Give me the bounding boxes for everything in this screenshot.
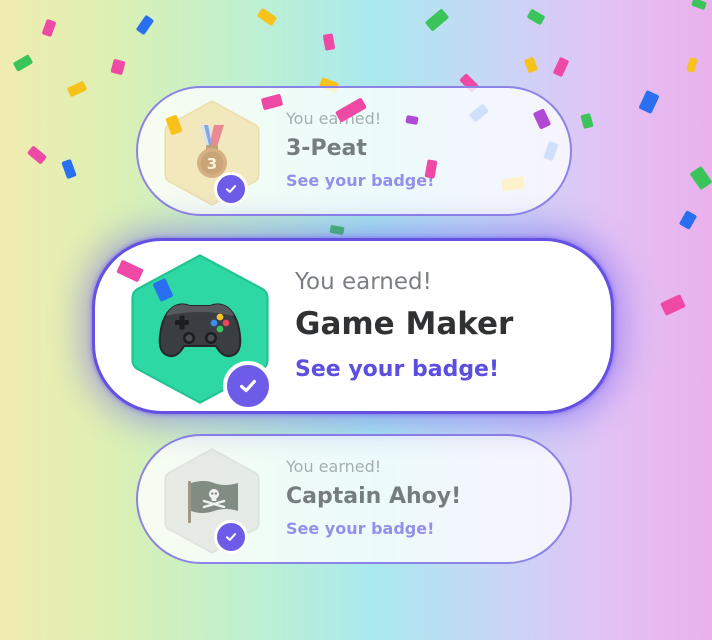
confetti-piece: [552, 56, 570, 78]
badge-title: Captain Ahoy!: [286, 484, 462, 509]
confetti-piece: [638, 89, 660, 115]
confetti-piece: [660, 294, 686, 316]
confetti-piece: [26, 145, 48, 165]
earned-check-icon: [214, 520, 248, 554]
earned-label: You earned!: [295, 269, 432, 295]
confetti-piece: [110, 58, 126, 76]
pirate-flag-icon: [160, 446, 264, 556]
confetti-piece: [66, 80, 88, 98]
badge-title: Game Maker: [295, 306, 514, 342]
confetti-piece: [580, 112, 594, 130]
confetti-piece: [135, 14, 155, 36]
badge-hexagon: [160, 446, 264, 556]
confetti-piece: [689, 165, 712, 191]
confetti-piece: [61, 158, 77, 180]
confetti-piece: [329, 224, 345, 236]
confetti-piece: [12, 54, 34, 72]
confetti-piece: [523, 56, 539, 74]
svg-text:3: 3: [207, 155, 217, 173]
earned-label: You earned!: [286, 457, 382, 476]
badge-celebration-screen: 3 You earned! 3-Peat See your badge! You…: [0, 0, 712, 640]
confetti-piece: [41, 18, 57, 38]
badge-card-captain-ahoy[interactable]: You earned! Captain Ahoy! See your badge…: [136, 434, 572, 564]
confetti-piece: [424, 8, 450, 32]
confetti-piece: [322, 33, 336, 51]
earned-label: You earned!: [286, 109, 382, 128]
bronze-medal-3-icon: 3: [160, 98, 264, 208]
badge-card-game-maker[interactable]: You earned! Game Maker See your badge!: [92, 238, 614, 414]
confetti-piece: [256, 7, 278, 27]
badge-card-3-peat[interactable]: 3 You earned! 3-Peat See your badge!: [136, 86, 572, 216]
badge-title: 3-Peat: [286, 136, 367, 161]
badge-hexagon: 3: [160, 98, 264, 208]
confetti-piece: [526, 8, 546, 26]
see-badge-link[interactable]: See your badge!: [295, 355, 499, 385]
badge-texts: You earned! 3-Peat See your badge!: [286, 108, 434, 192]
confetti-piece: [686, 57, 698, 73]
earned-check-icon: [214, 172, 248, 206]
badge-texts: You earned! Captain Ahoy! See your badge…: [286, 456, 461, 540]
confetti-piece: [691, 0, 707, 11]
confetti-piece: [678, 210, 698, 230]
see-badge-link[interactable]: See your badge!: [286, 170, 434, 192]
badge-texts: You earned! Game Maker See your badge!: [295, 267, 513, 385]
see-badge-link[interactable]: See your badge!: [286, 518, 434, 540]
earned-check-icon: [223, 361, 273, 411]
